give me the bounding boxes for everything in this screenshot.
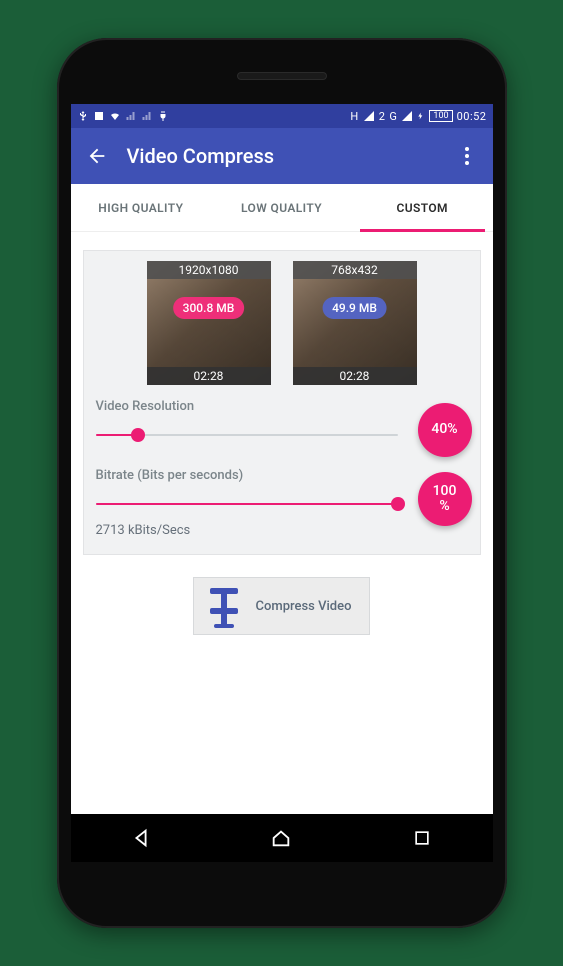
compress-video-label: Compress Video (256, 599, 352, 614)
image-icon (93, 110, 105, 122)
thumb-output-size: 49.9 MB (322, 297, 387, 319)
signal-1-icon (125, 110, 137, 122)
app-bar: Video Compress (71, 128, 493, 184)
tabs: HIGH QUALITY LOW QUALITY CUSTOM (71, 184, 493, 232)
thumb-output-resolution: 768x432 (293, 261, 417, 279)
square-recent-icon (412, 828, 432, 848)
thumb-original: 1920x1080 300.8 MB 02:28 (147, 261, 271, 385)
clock: 00:52 (457, 110, 487, 123)
nav-recent-button[interactable] (408, 824, 436, 852)
resolution-label: Video Resolution (96, 399, 398, 414)
nav-back-button[interactable] (127, 824, 155, 852)
tab-high-quality[interactable]: HIGH QUALITY (71, 184, 212, 231)
sim-g-label: G (389, 110, 397, 123)
thumb-original-duration: 02:28 (147, 367, 271, 385)
bitrate-percent-badge: 100 % (418, 472, 472, 526)
slider-knob[interactable] (131, 428, 145, 442)
signal-a-icon (363, 110, 375, 122)
wifi-icon (109, 110, 121, 122)
thumbnail-row: 1920x1080 300.8 MB 02:28 768x432 49.9 MB… (96, 261, 468, 385)
settings-card: 1920x1080 300.8 MB 02:28 768x432 49.9 MB… (83, 250, 481, 555)
nav-home-button[interactable] (267, 824, 295, 852)
triangle-back-icon (130, 827, 152, 849)
slider-fill (96, 503, 398, 505)
resolution-percent-badge: 40% (418, 403, 472, 457)
thumb-original-size: 300.8 MB (173, 297, 245, 319)
back-button[interactable] (85, 144, 109, 168)
thumb-output: 768x432 49.9 MB 02:28 (293, 261, 417, 385)
sim-h-label: H (350, 110, 358, 123)
page-title: Video Compress (127, 144, 437, 168)
signal-b-icon (401, 110, 413, 122)
plug-icon (157, 110, 169, 122)
bitrate-label: Bitrate (Bits per seconds) (96, 468, 398, 483)
slider-knob[interactable] (391, 497, 405, 511)
bitrate-value: 2713 kBits/Secs (96, 523, 398, 538)
bitrate-slider[interactable] (96, 495, 398, 513)
status-bar: H 2 G 100 00:52 (71, 104, 493, 128)
resolution-row: Video Resolution 40% (96, 399, 468, 444)
bolt-icon (417, 110, 425, 122)
phone-frame: H 2 G 100 00:52 Video Compress HIGH QUAL… (57, 38, 507, 928)
signal-2-icon (141, 110, 153, 122)
tab-low-quality[interactable]: LOW QUALITY (211, 184, 352, 231)
compress-video-button[interactable]: Compress Video (193, 577, 371, 635)
clamp-icon (204, 584, 244, 628)
bitrate-row: Bitrate (Bits per seconds) 2713 kBits/Se… (96, 468, 468, 538)
arrow-back-icon (86, 145, 108, 167)
navigation-bar (71, 814, 493, 862)
thumb-output-duration: 02:28 (293, 367, 417, 385)
home-icon (270, 827, 292, 849)
content-area: 1920x1080 300.8 MB 02:28 768x432 49.9 MB… (71, 232, 493, 653)
resolution-slider[interactable] (96, 426, 398, 444)
sim-2-label: 2 (379, 110, 386, 123)
overflow-menu-button[interactable] (455, 144, 479, 168)
more-vert-icon (465, 147, 469, 165)
usb-icon (77, 110, 89, 122)
screen: H 2 G 100 00:52 Video Compress HIGH QUAL… (71, 104, 493, 862)
phone-speaker (237, 72, 327, 80)
thumb-original-resolution: 1920x1080 (147, 261, 271, 279)
battery-level: 100 (429, 110, 452, 122)
tab-custom[interactable]: CUSTOM (352, 184, 493, 231)
